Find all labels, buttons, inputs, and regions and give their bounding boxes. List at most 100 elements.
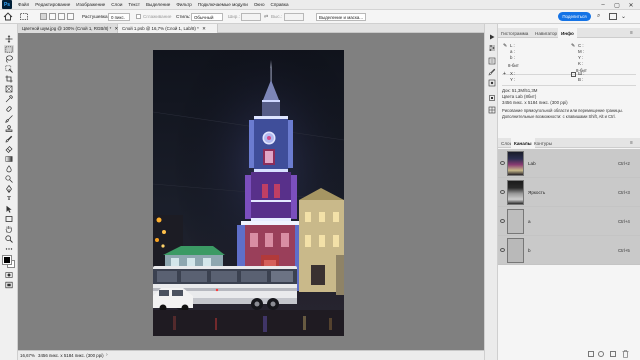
menu-select[interactable]: Выделение	[143, 2, 173, 7]
chevron-right-icon[interactable]: ›	[106, 352, 108, 358]
swatches-icon[interactable]	[488, 106, 496, 116]
tab-histogram[interactable]: Гистограмма	[498, 28, 531, 38]
doc-size-line: Док: 51,3M/51,3M	[502, 88, 538, 93]
crop-tool-icon[interactable]	[4, 75, 14, 83]
hand-tool-icon[interactable]	[4, 225, 14, 233]
menu-filter[interactable]: Фильтр	[173, 2, 194, 7]
visibility-eye-icon[interactable]	[500, 219, 505, 223]
menu-help[interactable]: Справка	[268, 2, 292, 7]
rectangular-marquee-tool-icon[interactable]	[4, 45, 14, 53]
brush-settings-icon[interactable]	[488, 68, 496, 78]
canvas-workspace[interactable]	[18, 33, 484, 350]
visibility-eye-icon[interactable]	[500, 248, 505, 252]
dodge-tool-icon[interactable]	[4, 175, 14, 183]
height-input[interactable]	[284, 13, 304, 21]
path-selection-tool-icon[interactable]	[4, 205, 14, 213]
visibility-eye-icon[interactable]	[500, 161, 505, 165]
antialias-checkbox[interactable]	[136, 14, 141, 19]
history-brush-tool-icon[interactable]	[4, 135, 14, 143]
channel-row-b[interactable]: b Ctrl+5	[498, 236, 640, 265]
style-label: Стиль:	[176, 14, 191, 19]
move-tool-icon[interactable]	[4, 35, 14, 43]
swap-dimensions-icon[interactable]: ⇄	[264, 14, 268, 20]
menu-file[interactable]: Файл	[15, 2, 32, 7]
more-tools-icon[interactable]	[4, 245, 14, 253]
close-window-button[interactable]: ✕	[624, 0, 638, 10]
menu-edit[interactable]: Редактирование	[32, 2, 73, 7]
properties-icon[interactable]	[488, 57, 496, 67]
pen-tool-icon[interactable]	[4, 185, 14, 193]
healing-brush-tool-icon[interactable]	[4, 105, 14, 113]
info-b-label: b :	[510, 55, 515, 60]
tab-navigator[interactable]: Навигатор	[532, 28, 560, 38]
channel-row-lab[interactable]: Lab Ctrl+2	[498, 149, 640, 178]
new-channel-icon[interactable]	[610, 351, 616, 357]
history-icon[interactable]	[488, 94, 496, 104]
menu-image[interactable]: Изображение	[73, 2, 108, 7]
channel-row-lightness[interactable]: Яркость Ctrl+3	[498, 178, 640, 207]
panel-menu-icon[interactable]: ≡	[630, 30, 633, 36]
quick-mask-icon[interactable]	[4, 271, 14, 279]
select-and-mask-button[interactable]: Выделение и маска...	[316, 13, 366, 21]
save-selection-icon[interactable]	[598, 351, 604, 357]
adjustments-icon[interactable]	[488, 44, 496, 54]
zoom-tool-icon[interactable]	[4, 235, 14, 243]
channel-row-a[interactable]: a Ctrl+4	[498, 207, 640, 236]
new-selection-icon[interactable]	[40, 13, 47, 20]
share-button[interactable]: Поделиться	[558, 12, 591, 21]
tab-paths[interactable]: Контуры	[531, 138, 555, 148]
marquee-tool-preset-icon[interactable]	[19, 12, 29, 21]
info-x-label: X :	[510, 71, 516, 76]
right-panel: Гистограмма Навигатор Инфо ≡ ✎ L : a : b…	[498, 24, 640, 360]
clone-stamp-tool-icon[interactable]	[4, 125, 14, 133]
panel-menu-icon[interactable]: ≡	[630, 140, 633, 146]
tab-document-2[interactable]: Слой 1.psb @ 16,7% (Слой 1, Lab/8) * ✕	[118, 24, 218, 33]
load-selection-icon[interactable]	[588, 351, 594, 357]
screen-mode-icon[interactable]	[4, 281, 14, 289]
tab-info[interactable]: Инфо	[558, 28, 577, 38]
document-image[interactable]	[153, 50, 344, 336]
gradient-tool-icon[interactable]	[4, 155, 14, 163]
width-input[interactable]	[241, 13, 261, 21]
eyedropper-icon: ✎	[503, 43, 508, 49]
home-icon[interactable]	[3, 12, 13, 21]
info-l-label: L :	[510, 43, 515, 48]
subtract-from-selection-icon[interactable]	[58, 13, 65, 20]
brush-tool-icon[interactable]	[4, 115, 14, 123]
menu-type[interactable]: Текст	[125, 2, 143, 7]
type-tool-icon[interactable]: T	[4, 195, 14, 203]
close-icon[interactable]: ✕	[202, 26, 206, 31]
tools-panel: T	[0, 24, 18, 360]
feather-input[interactable]: 0 пикс.	[108, 13, 130, 21]
lasso-tool-icon[interactable]	[4, 55, 14, 63]
eraser-tool-icon[interactable]	[4, 145, 14, 153]
menu-plugins[interactable]: Подключаемые модули	[195, 2, 251, 7]
intersect-selection-icon[interactable]	[67, 13, 74, 20]
menu-layers[interactable]: Слои	[108, 2, 125, 7]
channel-name: b	[528, 248, 531, 253]
eyedropper-tool-icon[interactable]	[4, 95, 14, 103]
blur-tool-icon[interactable]	[4, 165, 14, 173]
chevron-down-icon[interactable]: ⌄	[621, 13, 626, 20]
image-size-line: 3456 пикс. x 5184 пикс. (300 ppi)	[502, 100, 568, 105]
style-select[interactable]: Обычный	[191, 13, 223, 21]
tab-document-1[interactable]: Цветной шум.jpg @ 100% (Слой 1, RGB/8) *…	[18, 24, 118, 33]
minimize-button[interactable]: –	[596, 0, 610, 10]
add-to-selection-icon[interactable]	[49, 13, 56, 20]
menu-window[interactable]: Окно	[251, 2, 268, 7]
maximize-button[interactable]: ▢	[610, 0, 624, 10]
libraries-icon[interactable]	[488, 79, 496, 89]
frame-tool-icon[interactable]	[4, 85, 14, 93]
document-tab-bar: Цветной шум.jpg @ 100% (Слой 1, RGB/8) *…	[18, 24, 484, 33]
tool-hint-line1: Рисование прямоугольной области или пере…	[502, 108, 623, 113]
channel-shortcut: Ctrl+2	[618, 161, 630, 166]
delete-channel-icon[interactable]	[622, 350, 629, 360]
search-icon[interactable]: ⌕	[597, 13, 600, 20]
visibility-eye-icon[interactable]	[500, 190, 505, 194]
zoom-level[interactable]: 16,67%	[20, 353, 35, 358]
play-icon[interactable]	[489, 34, 495, 42]
object-selection-tool-icon[interactable]	[4, 65, 14, 73]
foreground-color-swatch[interactable]	[2, 255, 12, 265]
rectangle-tool-icon[interactable]	[4, 215, 14, 223]
workspace-icon[interactable]	[609, 13, 617, 20]
